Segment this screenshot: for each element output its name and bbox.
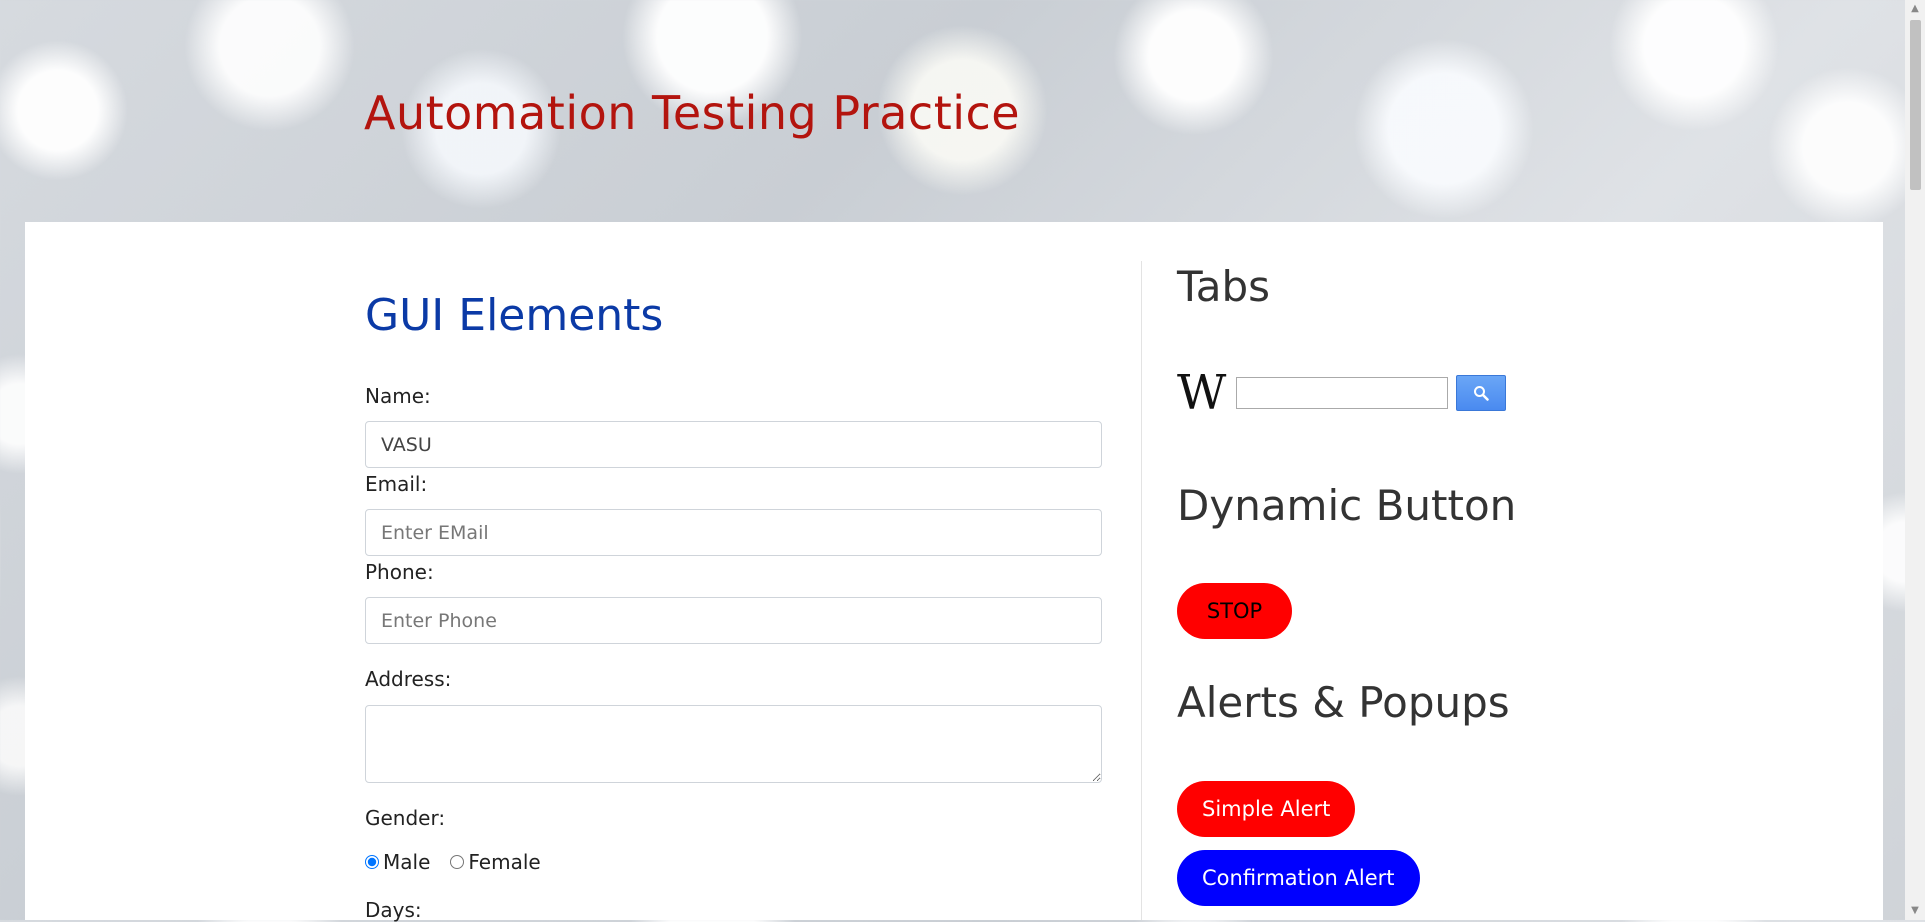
confirmation-alert-button[interactable]: Confirmation Alert (1177, 850, 1420, 906)
wikipedia-search-input[interactable] (1236, 377, 1449, 409)
vertical-scrollbar[interactable]: ▲ ▼ (1905, 0, 1925, 920)
gui-section: GUI Elements (365, 290, 1102, 341)
gender-option-female[interactable]: Female (450, 850, 541, 874)
female-label: Female (468, 850, 541, 874)
wikipedia-logo-icon: W (1177, 365, 1227, 421)
phone-label: Phone: (365, 560, 434, 584)
tabs-section: Tabs (1177, 262, 1737, 311)
stop-button[interactable]: STOP (1177, 583, 1292, 639)
tabs-title: Tabs (1177, 262, 1270, 311)
scrollbar-thumb[interactable] (1910, 20, 1921, 190)
email-label: Email: (365, 472, 428, 496)
wikipedia-search: W (1177, 365, 1507, 421)
alerts-popups-title: Alerts & Popups (1177, 678, 1510, 727)
gui-elements-title: GUI Elements (365, 290, 664, 341)
male-label: Male (383, 850, 431, 874)
gender-option-male[interactable]: Male (365, 850, 430, 874)
page-title: Automation Testing Practice (364, 86, 1021, 140)
address-textarea[interactable] (365, 705, 1102, 783)
search-icon (1474, 386, 1490, 401)
gender-label: Gender: (365, 806, 446, 830)
name-label: Name: (365, 384, 431, 408)
simple-alert-button[interactable]: Simple Alert (1177, 781, 1356, 837)
gender-radio-group: Male Female (365, 850, 561, 874)
column-divider (1141, 261, 1142, 920)
email-input[interactable] (365, 509, 1102, 556)
scroll-down-icon[interactable]: ▼ (1905, 902, 1925, 920)
male-radio[interactable] (365, 855, 379, 869)
female-radio[interactable] (450, 855, 465, 869)
address-label: Address: (365, 667, 452, 691)
days-label: Days: (365, 898, 422, 922)
name-input[interactable] (365, 421, 1102, 468)
wikipedia-search-button[interactable] (1456, 375, 1507, 411)
scroll-up-icon[interactable]: ▲ (1905, 0, 1925, 18)
dynamic-button-title: Dynamic Button (1177, 481, 1517, 530)
phone-input[interactable] (365, 597, 1102, 644)
